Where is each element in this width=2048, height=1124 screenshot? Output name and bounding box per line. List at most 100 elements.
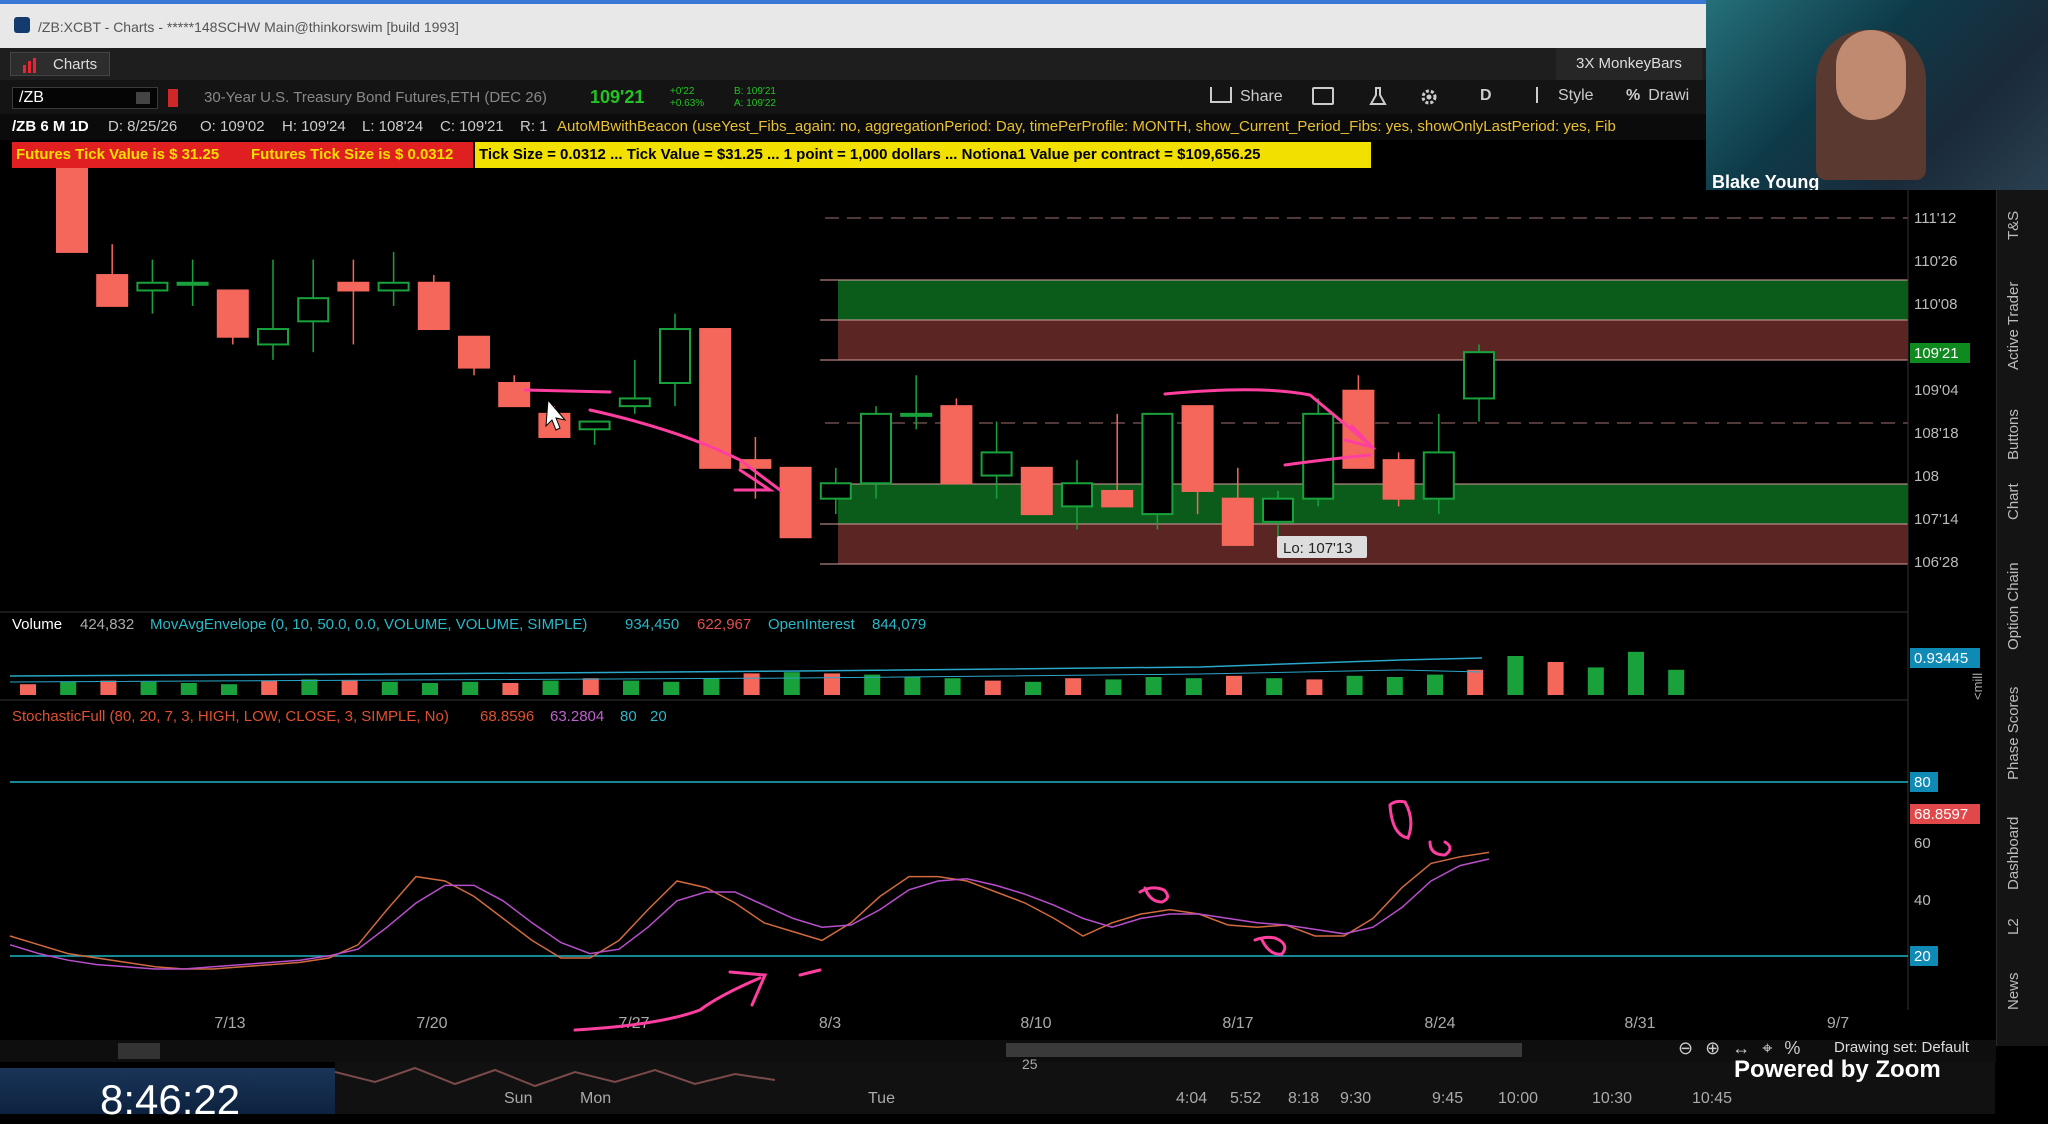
volume-envelope-upper	[9, 657, 1483, 677]
pan-icon[interactable]: ↔	[1732, 1038, 1762, 1058]
bid-ask: B: 109'21 A: 109'22	[734, 86, 776, 110]
candle	[417, 275, 450, 331]
layout-name-button[interactable]: 3X MonkeyBars	[1556, 48, 1702, 80]
volume-bar	[663, 681, 680, 695]
tab-phase-scores[interactable]: Phase Scores	[2005, 687, 2022, 780]
volume-header: Volume 424,832 MovAvgEnvelope (0, 10, 50…	[0, 612, 1908, 638]
desktop-clock: 8:46:22	[0, 1068, 335, 1123]
aggregation-period-button[interactable]: D	[1480, 87, 1492, 105]
candle-body	[618, 397, 651, 408]
percent-scale-icon[interactable]: %	[1784, 1038, 1812, 1058]
candle	[56, 168, 88, 253]
volume-bar	[743, 673, 760, 695]
bar-open: O: 109'02	[200, 118, 265, 135]
zoom-watermark: Powered by Zoom	[1734, 1056, 1941, 1083]
crosshair-icon[interactable]: ⌖	[1762, 1038, 1784, 1058]
tab-news[interactable]: News	[2005, 972, 2022, 1010]
tab-chart[interactable]: Chart	[2005, 483, 2022, 520]
flask-icon[interactable]	[1368, 86, 1388, 106]
tab-buttons[interactable]: Buttons	[2005, 409, 2022, 460]
stoch-d-line	[9, 858, 1490, 970]
drawing-set-selector[interactable]: Drawing set: Default	[1834, 1039, 1969, 1056]
volume-bar	[221, 684, 237, 695]
candle-body	[980, 451, 1013, 477]
volume-bar	[301, 679, 318, 695]
candle-body	[417, 281, 450, 331]
charts-tab[interactable]: Charts	[10, 52, 110, 76]
candle	[659, 313, 691, 407]
gear-icon[interactable]	[1418, 86, 1440, 108]
candle	[377, 251, 410, 306]
date-tick-label: 8/24	[1424, 1015, 1455, 1032]
window-title: /ZB:XCBT - Charts - *****148SCHW Main@th…	[38, 19, 459, 35]
volume-bar	[1065, 678, 1082, 695]
candle-body	[176, 281, 209, 286]
horizontal-scrollbar-thumb[interactable]	[1006, 1043, 1522, 1057]
volume-bar	[1386, 677, 1403, 695]
candle-body	[1221, 497, 1254, 546]
volume-bar	[60, 681, 77, 695]
envelope-lower-value: 622,967	[697, 616, 752, 633]
candle	[1382, 452, 1415, 507]
stoch-d-value: 63.2804	[550, 708, 605, 725]
study-label: AutoMBwithBeacon (useYest_Fibs_again: no…	[557, 118, 1616, 135]
volume-bar	[1145, 677, 1162, 695]
drawings-menu[interactable]: % Drawi	[1626, 87, 1689, 105]
ask-price: A: 109'22	[734, 98, 776, 109]
candle-body	[297, 297, 330, 323]
candle	[96, 244, 129, 307]
candle	[337, 259, 370, 345]
candle-body	[860, 412, 892, 485]
volume-bar	[462, 681, 479, 695]
annotation-arrow-stoch	[573, 968, 822, 1032]
volume-bar	[140, 681, 157, 695]
timeline-label: 4:04	[1176, 1090, 1208, 1107]
date-tick-label: 8/17	[1222, 1015, 1253, 1032]
volume-bar	[20, 684, 36, 695]
candle	[1463, 344, 1495, 422]
date-axis: 7/13 7/20 7/27 8/3 8/10 8/17 8/24 8/31 9/7	[214, 1015, 1849, 1032]
zoom-out-icon[interactable]: ⊖	[1678, 1038, 1705, 1058]
volume-bar	[1668, 669, 1685, 695]
volume-bar	[1628, 651, 1644, 695]
tick-value-label: Futures Tick Value is $ 31.25	[12, 142, 247, 168]
volume-bar	[542, 680, 559, 695]
candle-body	[1262, 497, 1294, 523]
chevron-down-icon[interactable]	[136, 92, 150, 104]
tab-active-trader[interactable]: Active Trader	[2005, 282, 2022, 370]
candle	[578, 420, 611, 445]
price-tick-label: 107'14	[1914, 511, 1959, 528]
price-tick-label: 108'18	[1914, 425, 1959, 442]
share-button[interactable]: Share	[1210, 87, 1283, 106]
volume-bar	[1427, 674, 1443, 695]
candle-body	[498, 382, 531, 408]
style-menu[interactable]: Style	[1536, 87, 1594, 105]
timeline-label: Mon	[580, 1090, 612, 1107]
tab-times-and-sales[interactable]: T&S	[2005, 211, 2022, 240]
volume-bar	[1105, 679, 1122, 695]
candle-body	[1302, 412, 1335, 500]
collapse-panel-button[interactable]	[118, 1043, 160, 1059]
annotation-arrow-downtrend	[523, 388, 782, 492]
tab-option-chain[interactable]: Option Chain	[2005, 562, 2022, 650]
candle	[940, 398, 973, 485]
link-flag-icon[interactable]	[168, 89, 178, 107]
stoch-40-label: 40	[1914, 892, 1931, 909]
bid-price: B: 109'21	[734, 86, 776, 97]
timeline-label: 9:45	[1432, 1090, 1464, 1107]
zoom-in-icon[interactable]: ⊕	[1705, 1038, 1732, 1058]
stochastic-study-label: StochasticFull (80, 20, 7, 3, HIGH, LOW,…	[12, 708, 449, 725]
volume-bar	[1185, 678, 1202, 695]
candle	[1221, 467, 1254, 546]
tab-level2[interactable]: L2	[2005, 918, 2022, 935]
support-zone-red	[838, 524, 1908, 564]
tab-dashboard[interactable]: Dashboard	[2005, 817, 2022, 890]
candle-body	[1141, 412, 1174, 516]
current-price-label: 109'21	[1914, 345, 1959, 362]
volume-bar	[1266, 678, 1283, 695]
stoch-ob-value: 80	[620, 708, 637, 725]
stoch-80-label: 80	[1914, 774, 1931, 791]
volume-bar	[100, 680, 117, 695]
annotation-circle-2	[1253, 935, 1287, 956]
grid-layout-icon[interactable]	[1312, 87, 1334, 105]
